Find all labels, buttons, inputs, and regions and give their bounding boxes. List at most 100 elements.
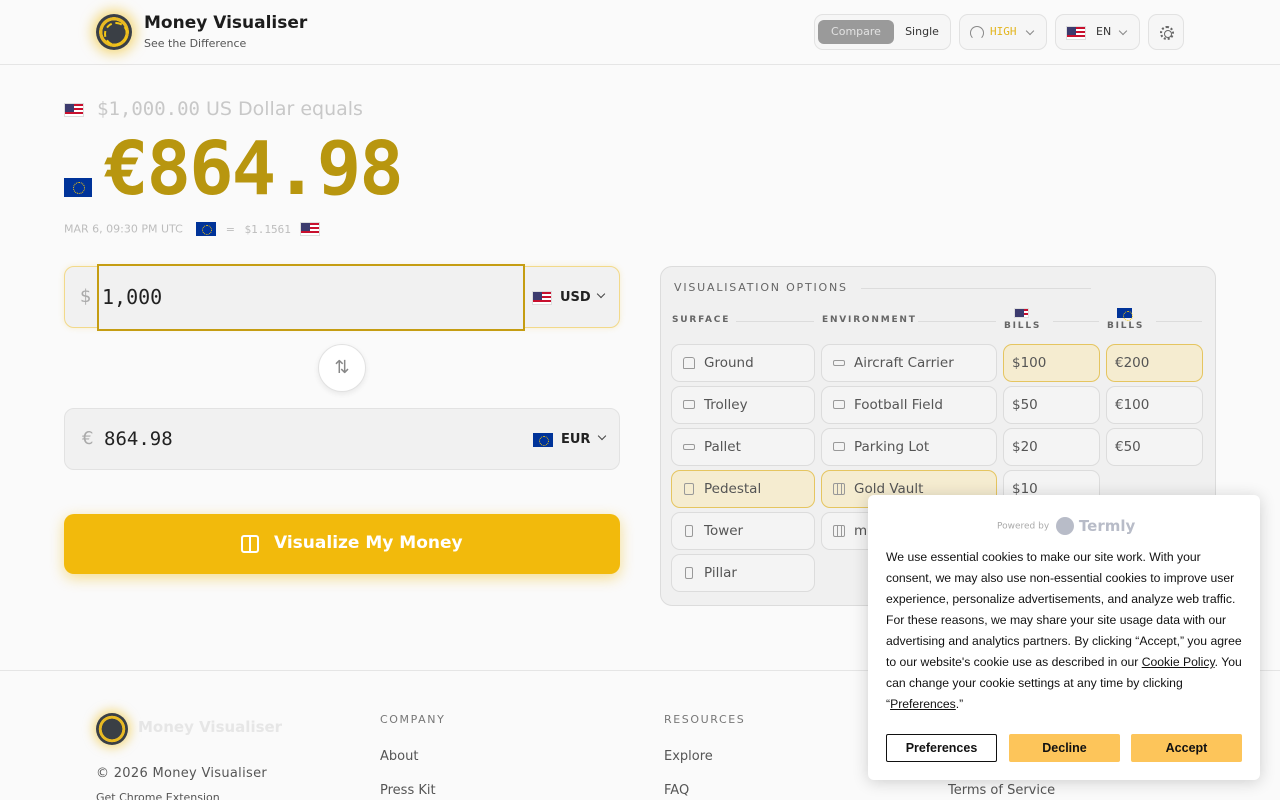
parking-icon: [833, 442, 845, 451]
quality-value: HIGH: [990, 25, 1017, 38]
option-label: m: [854, 523, 868, 539]
termly-logo-icon: [1056, 517, 1075, 535]
mode-compare-button[interactable]: Compare: [818, 20, 894, 44]
us-flag-icon: [532, 291, 552, 305]
surface-option-trolley[interactable]: Trolley: [671, 386, 815, 424]
provider-name: Termly: [1078, 517, 1136, 535]
grid-icon: [833, 525, 845, 537]
ship-icon: [833, 360, 845, 366]
option-label: Pedestal: [704, 481, 762, 497]
language-code: EN: [1096, 25, 1112, 38]
from-amount-line: $1,000.00 US Dollar equals: [97, 98, 363, 120]
rate-value: $1.1561: [244, 222, 291, 236]
logo-icon[interactable]: [96, 713, 128, 745]
from-amount: $1,000.00: [97, 98, 200, 120]
from-currency-select[interactable]: USD: [532, 286, 612, 310]
footer-copyright: © 2026 Money Visualiser: [96, 766, 268, 781]
swap-currencies-button[interactable]: ⇅: [318, 344, 366, 392]
eu-flag-icon: [1117, 308, 1133, 321]
chrome-extension-link[interactable]: Get Chrome Extension: [96, 791, 220, 800]
cookie-policy-link[interactable]: Cookie Policy: [1142, 655, 1215, 669]
eur-bill-50[interactable]: €50: [1106, 428, 1203, 466]
footer-link-about[interactable]: About: [380, 749, 418, 764]
footer-link-press-kit[interactable]: Press Kit: [380, 783, 436, 798]
usd-bill-20[interactable]: $20: [1003, 428, 1100, 466]
panel-title: VISUALISATION OPTIONS: [674, 281, 848, 294]
mode-single-button[interactable]: Single: [897, 20, 947, 44]
eur-bills-heading: BILLS: [1107, 321, 1145, 331]
environment-option-football-field[interactable]: Football Field: [821, 386, 997, 424]
swap-icon: ⇅: [334, 357, 350, 378]
divider: [1156, 321, 1202, 322]
gauge-icon: [970, 26, 984, 40]
environment-option-parking-lot[interactable]: Parking Lot: [821, 428, 997, 466]
eu-flag-icon: [196, 222, 217, 236]
cookie-decline-button[interactable]: Decline: [1009, 734, 1120, 762]
header: Money Visualiser See the Difference Comp…: [0, 0, 1280, 65]
quality-select[interactable]: HIGH: [959, 14, 1047, 50]
option-label: Football Field: [854, 397, 943, 413]
footer-link-terms[interactable]: Terms of Service: [948, 783, 1055, 798]
powered-by-label: Powered by: [997, 521, 1050, 532]
trolley-icon: [683, 400, 695, 409]
cookie-preferences-button[interactable]: Preferences: [886, 734, 997, 762]
pedestal-icon: [684, 483, 694, 495]
surface-option-ground[interactable]: Ground: [671, 344, 815, 382]
usd-bill-50[interactable]: $50: [1003, 386, 1100, 424]
visualize-button-label: Visualize My Money: [274, 533, 463, 553]
pallet-icon: [683, 444, 695, 450]
footer-link-faq[interactable]: FAQ: [664, 783, 689, 798]
to-currency-select[interactable]: EUR: [533, 428, 613, 452]
chevron-down-icon: [596, 289, 606, 299]
euro-symbol: €: [82, 428, 94, 449]
option-label: Pillar: [704, 565, 737, 581]
option-label: Tower: [704, 523, 744, 539]
divider: [918, 321, 996, 322]
eur-bill-200[interactable]: €200: [1106, 344, 1203, 382]
surface-option-pillar[interactable]: Pillar: [671, 554, 815, 592]
from-amount-input[interactable]: 1,000: [97, 264, 525, 331]
to-amount-value[interactable]: 864.98: [104, 428, 173, 450]
mode-toggle: Compare Single: [814, 14, 951, 50]
logo-icon[interactable]: [96, 14, 132, 50]
divider: [861, 288, 1091, 289]
chevron-down-icon: [597, 431, 607, 441]
option-label: $50: [1012, 397, 1038, 413]
preferences-link[interactable]: Preferences: [890, 697, 956, 711]
divider: [736, 321, 814, 322]
to-amount-box: € 864.98 EUR: [64, 408, 620, 470]
visualize-button[interactable]: Visualize My Money: [64, 514, 620, 574]
eu-flag-icon: [64, 178, 92, 197]
cookie-consent-banner: Powered by Termly We use essential cooki…: [868, 495, 1260, 780]
surface-option-pedestal[interactable]: Pedestal: [671, 470, 815, 508]
cookie-text-part: .”: [955, 697, 964, 711]
usd-bill-100[interactable]: $100: [1003, 344, 1100, 382]
eur-bill-100[interactable]: €100: [1106, 386, 1203, 424]
cookie-accept-button[interactable]: Accept: [1131, 734, 1242, 762]
pillar-icon: [685, 567, 693, 579]
footer-company-heading: COMPANY: [380, 713, 446, 726]
chevron-down-icon: [1118, 26, 1128, 36]
surface-heading: SURFACE: [672, 315, 731, 325]
footer-link-explore[interactable]: Explore: [664, 749, 713, 764]
us-flag-icon: [300, 222, 321, 236]
us-flag-icon: [1066, 26, 1086, 40]
settings-button[interactable]: [1148, 14, 1184, 50]
brand-name[interactable]: Money Visualiser: [144, 13, 307, 33]
eu-flag-icon: [533, 433, 553, 447]
environment-option-aircraft-carrier[interactable]: Aircraft Carrier: [821, 344, 997, 382]
converted-amount: €864.98: [104, 126, 404, 212]
to-currency-code: EUR: [561, 432, 591, 447]
from-amount-box: $ 1,000 USD: [64, 264, 620, 331]
surface-option-tower[interactable]: Tower: [671, 512, 815, 550]
gear-icon: [1160, 26, 1174, 40]
option-label: $20: [1012, 439, 1038, 455]
option-label: Aircraft Carrier: [854, 355, 954, 371]
option-label: Pallet: [704, 439, 741, 455]
vault-icon: [833, 483, 845, 495]
rate-equals: =: [225, 222, 235, 236]
field-icon: [833, 400, 845, 409]
language-select[interactable]: EN: [1055, 14, 1140, 50]
dollar-symbol: $: [80, 286, 92, 307]
surface-option-pallet[interactable]: Pallet: [671, 428, 815, 466]
